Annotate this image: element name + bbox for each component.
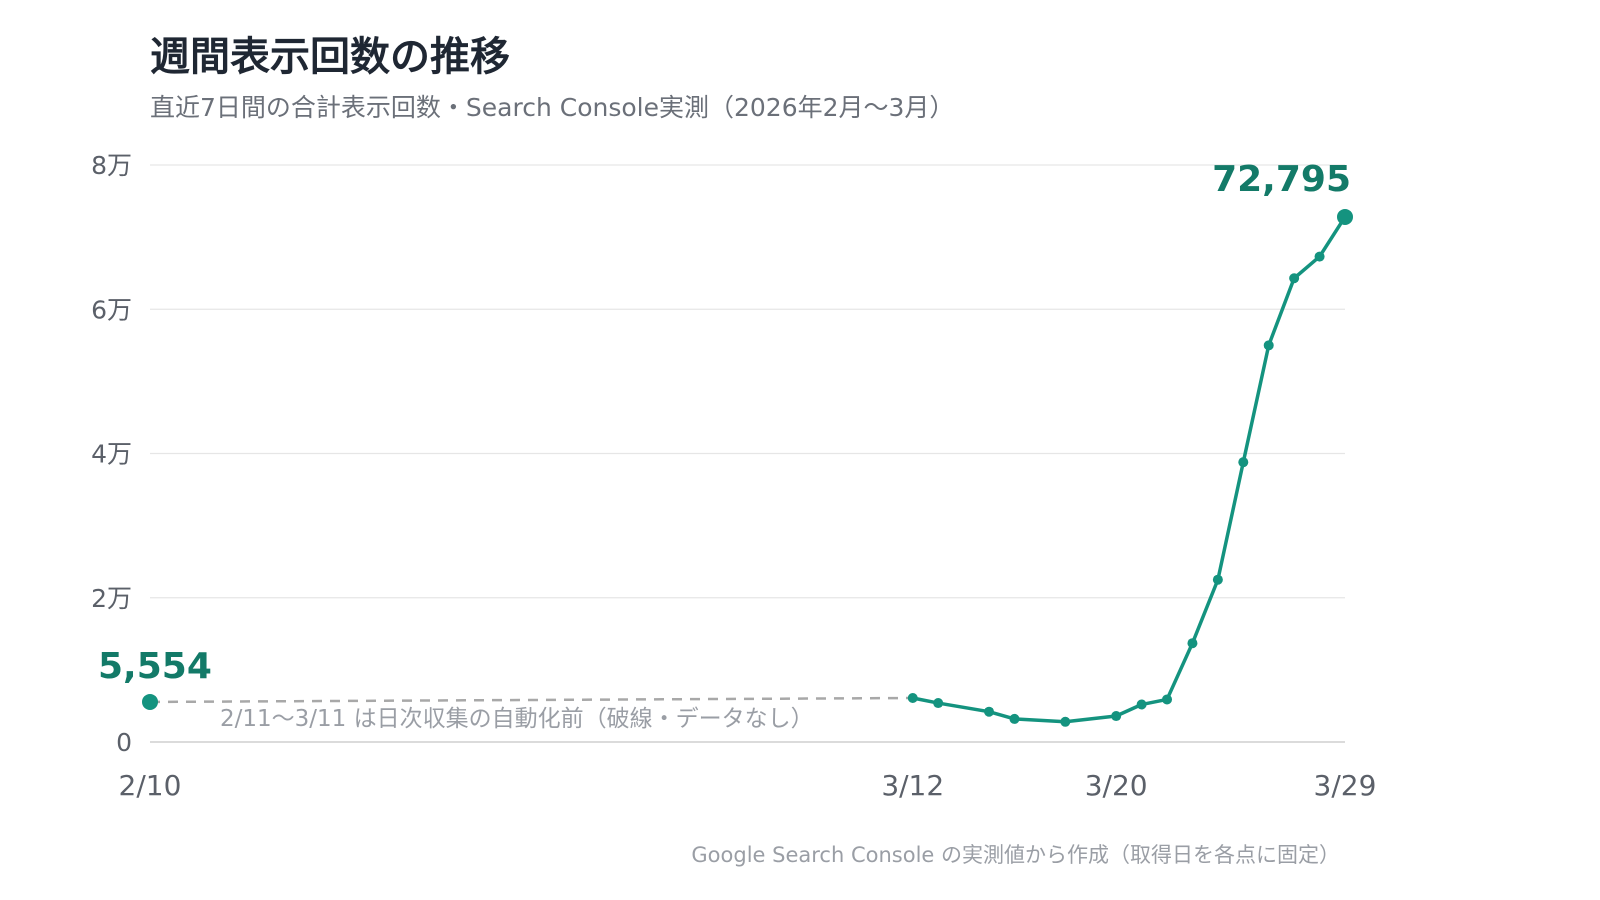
y-tick-label: 4万 [91, 440, 132, 469]
x-tick-label: 2/10 [119, 769, 182, 802]
data-point [1238, 457, 1249, 468]
y-tick-label: 8万 [91, 151, 132, 180]
y-tick-label: 0 [116, 728, 132, 757]
endpoint-label: 5,554 [98, 646, 212, 687]
endpoint-labels: 5,554 72,795 [98, 159, 1351, 687]
data-point [1009, 713, 1020, 724]
data-point [142, 693, 158, 710]
series-layer [142, 208, 1353, 727]
data-gap: 2/11〜3/11 は日次収集の自動化前（破線・データなし） [149, 696, 913, 732]
impressions-line-chart: 週間表示回数の推移 直近7日間の合計表示回数・Search Console実測（… [91, 34, 1377, 867]
data-point [1162, 694, 1173, 705]
data-point [1314, 251, 1325, 262]
gridlines [150, 164, 1345, 743]
source-note: Google Search Console の実測値から作成（取得日を各点に固定… [691, 843, 1340, 867]
data-point [1337, 208, 1353, 225]
data-point [933, 698, 944, 709]
chart-title: 週間表示回数の推移 [150, 34, 510, 80]
y-tick-label: 2万 [91, 584, 132, 613]
x-tick-label: 3/20 [1085, 769, 1148, 802]
x-tick-label: 3/12 [881, 769, 944, 802]
data-point [1111, 711, 1122, 722]
data-point [1187, 638, 1198, 649]
data-point [1136, 699, 1147, 710]
y-tick-label: 6万 [91, 295, 132, 324]
series-line [911, 215, 1347, 724]
endpoint-label: 72,795 [1212, 159, 1351, 200]
data-point [1263, 340, 1274, 351]
gap-dashed-line [149, 696, 913, 704]
data-point [1060, 716, 1071, 727]
chart-subtitle: 直近7日間の合計表示回数・Search Console実測（2026年2月〜3月… [150, 93, 954, 122]
data-point [907, 693, 918, 704]
data-point [1289, 273, 1300, 284]
data-point [984, 706, 995, 717]
data-point [1212, 574, 1223, 585]
x-axis-ticks: 2/10 3/12 3/20 3/29 [119, 769, 1377, 802]
x-tick-label: 3/29 [1314, 769, 1377, 802]
gap-note: 2/11〜3/11 は日次収集の自動化前（破線・データなし） [220, 706, 814, 732]
